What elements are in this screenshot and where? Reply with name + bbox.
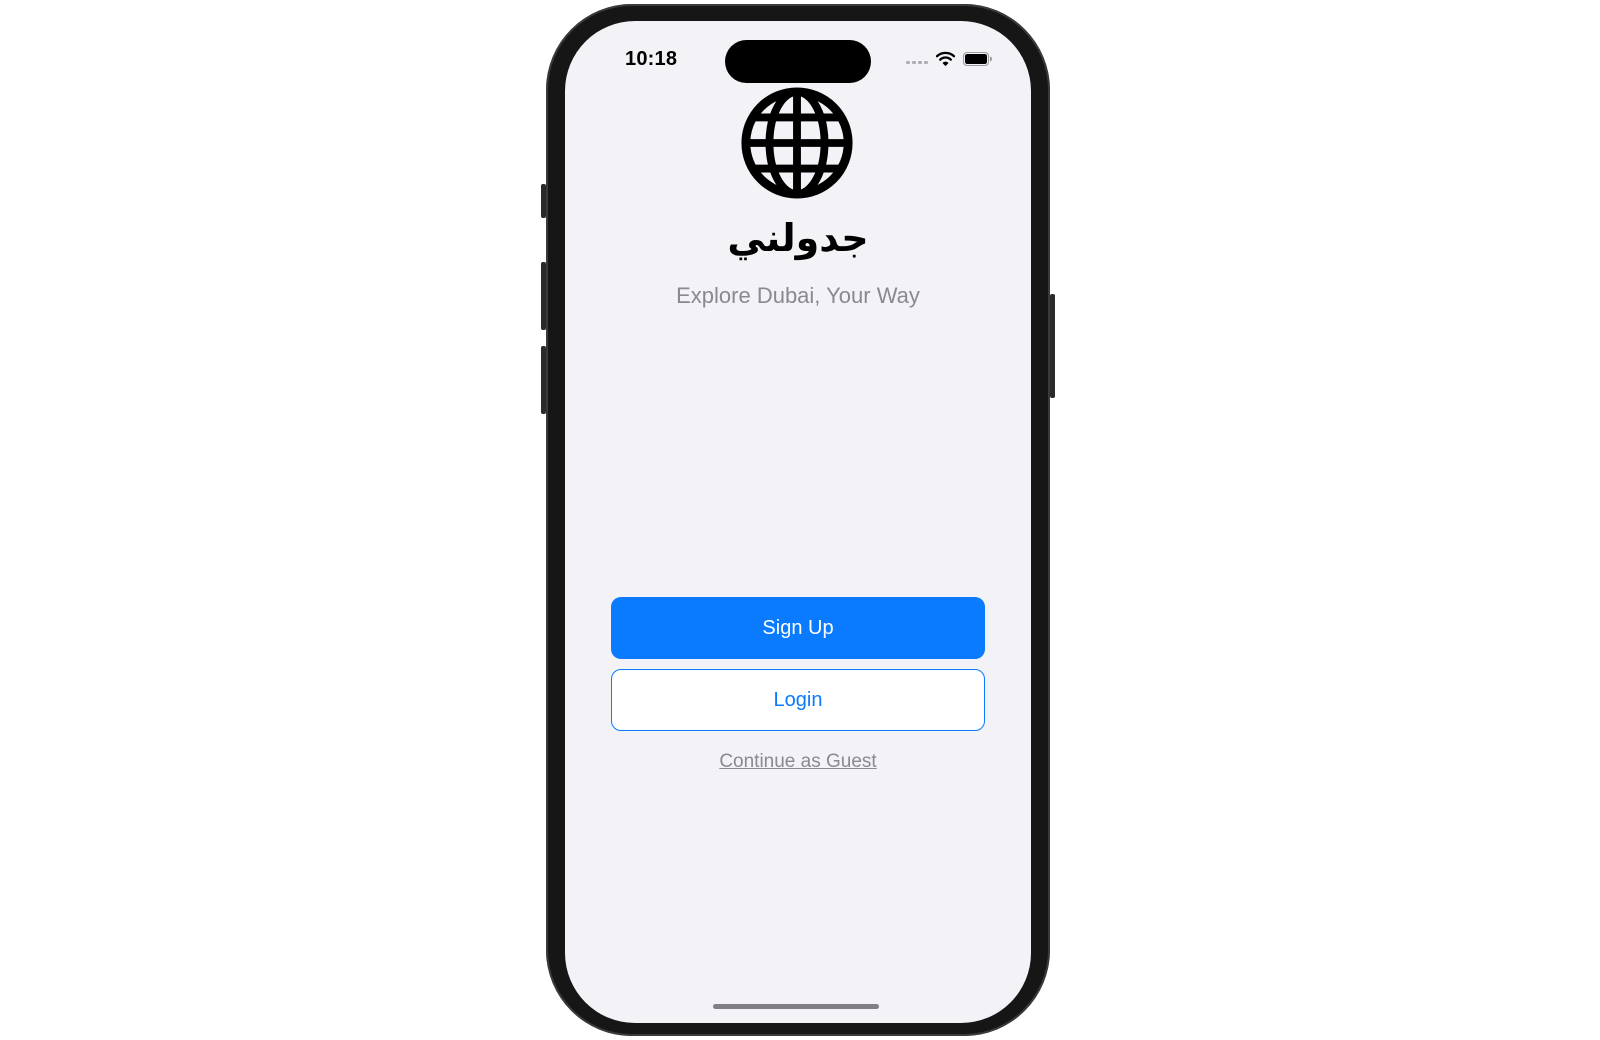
action-button — [541, 184, 546, 218]
power-button — [1050, 294, 1055, 398]
login-button[interactable]: Login — [611, 669, 985, 731]
volume-down-button — [541, 346, 546, 414]
phone-frame: 10:18 جدولني Explore Dubai, Your Way Sig… — [541, 4, 1055, 1036]
dynamic-island — [725, 40, 871, 83]
guest-link-container: Continue as Guest — [565, 751, 1031, 773]
app-title: جدولني — [727, 216, 869, 260]
status-bar: 10:18 — [565, 21, 1031, 83]
battery-icon — [963, 51, 992, 66]
app-screen: 10:18 جدولني Explore Dubai, Your Way Sig… — [565, 21, 1031, 1023]
globe-icon — [741, 87, 853, 199]
signup-button[interactable]: Sign Up — [611, 597, 985, 659]
status-time: 10:18 — [625, 48, 678, 70]
continue-as-guest-link[interactable]: Continue as Guest — [719, 751, 876, 772]
status-icons — [906, 51, 993, 66]
home-indicator[interactable] — [713, 1004, 879, 1009]
wifi-icon — [936, 51, 955, 66]
cellular-signal-icon — [906, 61, 928, 64]
app-subtitle: Explore Dubai, Your Way — [676, 283, 920, 308]
volume-up-button — [541, 262, 546, 330]
